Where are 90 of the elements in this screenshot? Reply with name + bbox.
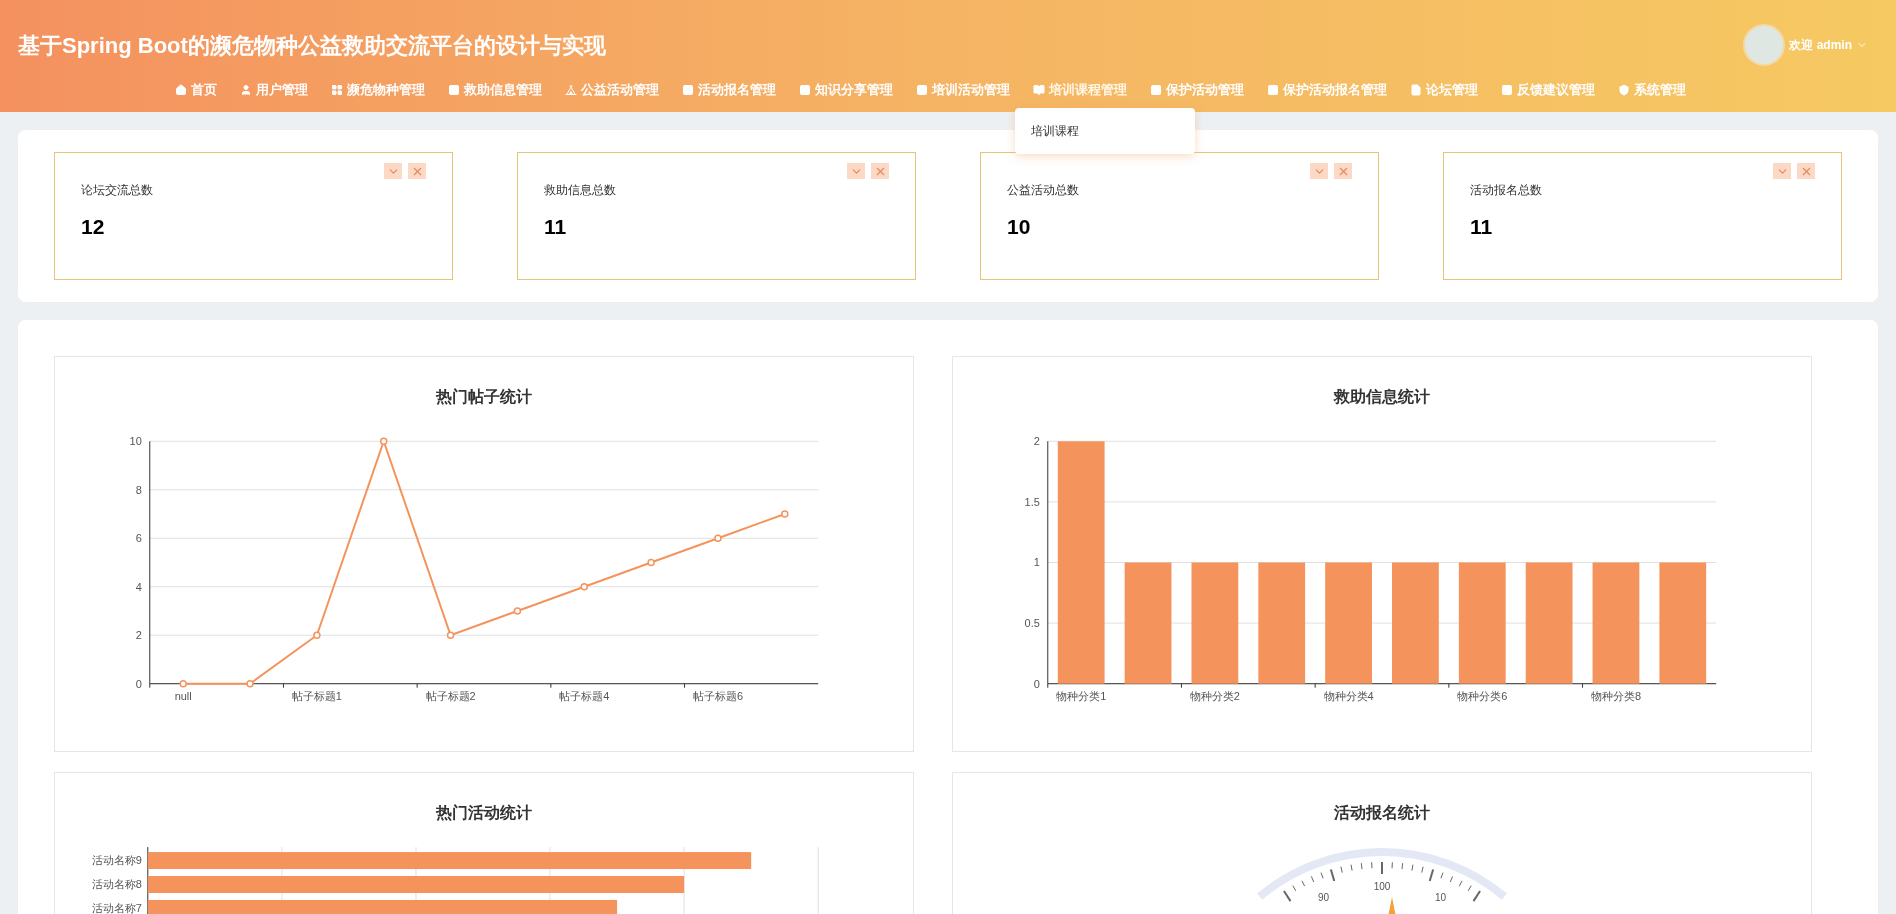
data-point bbox=[446, 631, 455, 639]
stat-value: 12 bbox=[81, 214, 106, 240]
gauge-needle bbox=[1388, 897, 1396, 914]
nav-menu-item[interactable]: 救助信息管理 bbox=[448, 80, 542, 100]
chart-title: 热门帖子统计 bbox=[435, 387, 533, 407]
menu-icon bbox=[331, 83, 343, 96]
axis-tick-label: 1 bbox=[1033, 556, 1040, 569]
menu-icon bbox=[916, 83, 928, 96]
axis-category-label: 物种分类4 bbox=[1323, 689, 1374, 702]
collapse-button[interactable] bbox=[847, 163, 865, 179]
close-button[interactable] bbox=[1797, 163, 1815, 179]
axis-category-label: 帖子标题4 bbox=[559, 689, 610, 702]
stat-label: 论坛交流总数 bbox=[81, 182, 154, 199]
data-point bbox=[380, 437, 388, 445]
nav-menu-item[interactable]: 保护活动报名管理 bbox=[1267, 80, 1387, 100]
nav-menu-item[interactable]: 知识分享管理 bbox=[799, 80, 893, 100]
nav-menu-item[interactable]: 系统管理 bbox=[1618, 80, 1686, 100]
nav-menu-item[interactable]: 保护活动管理 bbox=[1150, 80, 1244, 100]
menu-icon bbox=[1501, 83, 1513, 96]
collapse-button[interactable] bbox=[384, 163, 402, 179]
axis-category-label: 帖子标题2 bbox=[425, 689, 476, 702]
gauge-scale-label: 100 bbox=[1373, 881, 1391, 892]
data-point bbox=[580, 583, 588, 591]
nav-menu-item[interactable]: 培训活动管理 bbox=[916, 80, 1010, 100]
data-point bbox=[313, 631, 321, 639]
axis-tick-label: 2 bbox=[1033, 435, 1040, 448]
menu-icon bbox=[448, 83, 460, 96]
data-point bbox=[781, 510, 789, 518]
stat-label: 救助信息总数 bbox=[544, 182, 617, 199]
axis-category-label: 物种分类1 bbox=[1056, 689, 1107, 702]
menu-icon bbox=[682, 83, 694, 96]
avatar[interactable] bbox=[1743, 24, 1786, 66]
chart-title: 活动报名统计 bbox=[1333, 803, 1431, 823]
close-button[interactable] bbox=[408, 163, 426, 179]
nav-menu-item[interactable]: 濒危物种管理 bbox=[331, 80, 425, 100]
gauge-scale-label: 90 bbox=[1318, 892, 1330, 904]
axis-tick-label: 1.5 bbox=[1024, 495, 1040, 508]
chart-title: 救助信息统计 bbox=[1332, 387, 1431, 407]
axis-tick-label: 0.5 bbox=[1024, 617, 1040, 630]
axis-category-label: 帖子标题6 bbox=[692, 689, 743, 702]
axis-tick-label: 8 bbox=[135, 483, 142, 496]
axis-category-label: 活动名称9 bbox=[91, 854, 142, 867]
nav-menu-item[interactable]: 公益活动管理 bbox=[565, 80, 659, 100]
axis-category-label: 帖子标题1 bbox=[291, 689, 342, 702]
menu-icon bbox=[565, 83, 577, 96]
site-title: 基于Spring Boot的濒危物种公益救助交流平台的设计与实现 bbox=[18, 31, 606, 60]
nav-menu-item[interactable]: 活动报名管理 bbox=[682, 80, 776, 100]
axis-tick-label: 0 bbox=[1033, 677, 1040, 690]
axis-tick-label: 6 bbox=[135, 532, 142, 545]
close-button[interactable] bbox=[871, 163, 889, 179]
menu-icon bbox=[1267, 83, 1279, 96]
nav-menu-item[interactable]: 用户管理 bbox=[240, 80, 308, 100]
menu-icon bbox=[1033, 83, 1045, 96]
data-point bbox=[513, 607, 522, 615]
axis-tick-label: 10 bbox=[129, 435, 142, 448]
menu-icon bbox=[175, 83, 187, 96]
data-point bbox=[714, 534, 722, 542]
menu-icon bbox=[1150, 83, 1162, 96]
menu-icon bbox=[1618, 83, 1630, 96]
data-point bbox=[179, 679, 187, 688]
axis-category-label: 活动名称8 bbox=[91, 878, 142, 890]
axis-tick-label: 4 bbox=[135, 580, 142, 593]
axis-category-label: 物种分类8 bbox=[1590, 689, 1641, 702]
stat-label: 公益活动总数 bbox=[1007, 182, 1080, 199]
user-greeting[interactable]: 欢迎 admin bbox=[1789, 36, 1852, 54]
menu-icon bbox=[1410, 83, 1422, 96]
data-point bbox=[246, 679, 254, 688]
collapse-button[interactable] bbox=[1773, 163, 1791, 179]
menu-icon bbox=[240, 83, 252, 96]
axis-category-label: 物种分类6 bbox=[1457, 689, 1508, 702]
axis-tick-label: 2 bbox=[135, 629, 142, 642]
collapse-button[interactable] bbox=[1310, 163, 1328, 179]
chart-title: 热门活动统计 bbox=[435, 803, 533, 823]
dropdown-item[interactable]: 培训课程 bbox=[1015, 122, 1195, 140]
axis-category-label: null bbox=[174, 689, 192, 702]
close-button[interactable] bbox=[1334, 163, 1352, 179]
data-point bbox=[647, 558, 655, 567]
axis-category-label: 活动名称7 bbox=[91, 901, 142, 914]
nav-menu-item[interactable]: 论坛管理 bbox=[1410, 80, 1478, 100]
stat-value: 10 bbox=[1007, 214, 1032, 240]
nav-menu-item[interactable]: 反馈建议管理 bbox=[1501, 80, 1595, 100]
stat-value: 11 bbox=[544, 214, 568, 240]
stat-value: 11 bbox=[1470, 214, 1494, 240]
menu-icon bbox=[799, 83, 811, 96]
gauge-scale-label: 10 bbox=[1434, 892, 1446, 904]
nav-menu-item[interactable]: 首页 bbox=[175, 80, 217, 100]
axis-tick-label: 0 bbox=[135, 677, 142, 690]
axis-category-label: 物种分类2 bbox=[1189, 689, 1240, 702]
nav-menu-item[interactable]: 培训课程管理 bbox=[1033, 80, 1127, 100]
stat-label: 活动报名总数 bbox=[1470, 182, 1543, 199]
